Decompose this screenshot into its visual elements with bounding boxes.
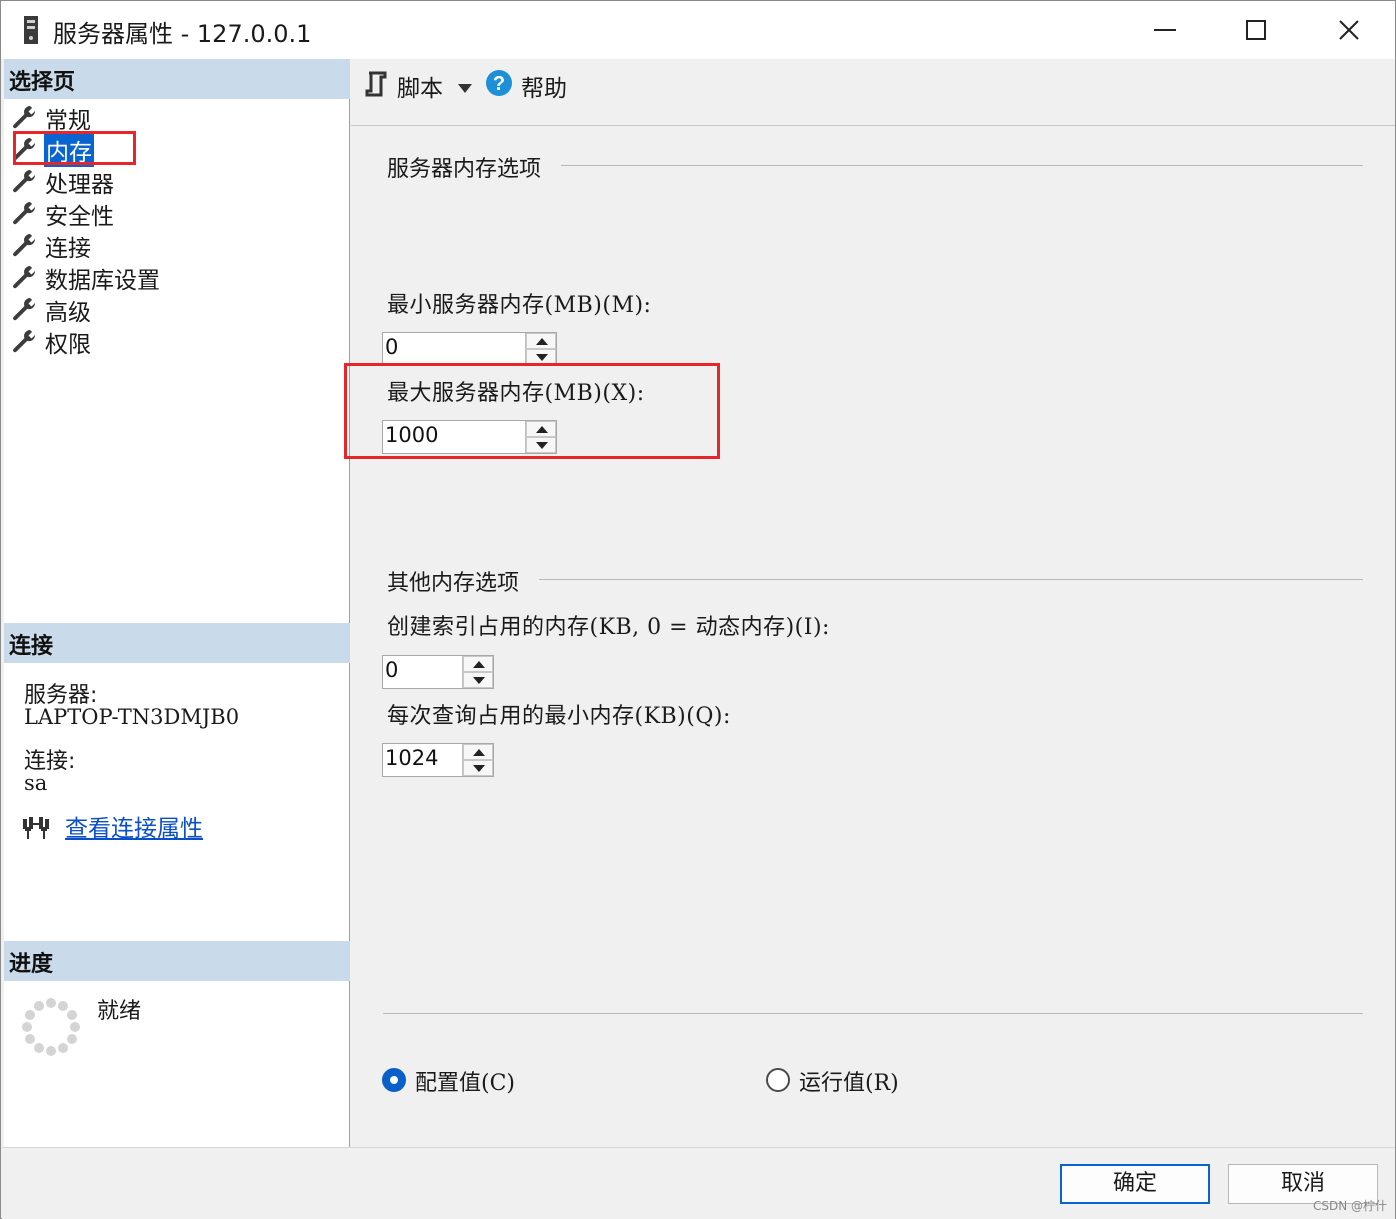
minimize-icon bbox=[1154, 29, 1176, 31]
min-memory-value: 0 bbox=[385, 335, 399, 359]
config-value-radio[interactable] bbox=[382, 1068, 406, 1092]
index-memory-label: 创建索引占用的内存(KB, 0 = 动态内存)(I): bbox=[387, 615, 830, 640]
close-button[interactable] bbox=[1302, 1, 1394, 59]
bottom-divider bbox=[383, 1013, 1363, 1014]
window-title: 服务器属性 - 127.0.0.1 bbox=[53, 20, 312, 48]
page-item-label: 常规 bbox=[45, 108, 91, 134]
group-divider bbox=[539, 579, 1363, 580]
server-icon bbox=[23, 15, 39, 45]
script-button[interactable]: 脚本 bbox=[397, 69, 443, 103]
page-item-general[interactable]: 常规 bbox=[11, 101, 311, 134]
minimize-button[interactable] bbox=[1118, 1, 1210, 59]
other-memory-group-title: 其他内存选项 bbox=[387, 565, 528, 597]
spin-up-button[interactable] bbox=[526, 333, 556, 349]
page-item-connections[interactable]: 连接 bbox=[11, 229, 311, 262]
page-item-label: 连接 bbox=[45, 236, 91, 262]
wrench-icon bbox=[13, 202, 36, 225]
help-icon[interactable]: ? bbox=[485, 69, 513, 101]
progress-header: 进度 bbox=[4, 941, 350, 981]
wrench-icon bbox=[13, 266, 36, 289]
server-value: LAPTOP-TN3DMJB0 bbox=[24, 705, 240, 729]
watermark: CSDN @柠什 bbox=[1313, 1199, 1388, 1213]
page-item-processor[interactable]: 处理器 bbox=[11, 165, 311, 198]
arrow-up-icon bbox=[473, 749, 485, 756]
spin-down-button[interactable] bbox=[463, 760, 493, 776]
group-divider bbox=[561, 165, 1363, 166]
min-memory-spinner[interactable]: 0 bbox=[382, 332, 557, 366]
page-item-database-settings[interactable]: 数据库设置 bbox=[11, 261, 311, 294]
index-memory-spinner[interactable]: 0 bbox=[382, 655, 494, 689]
view-connection-properties-link[interactable]: 查看连接属性 bbox=[65, 809, 203, 843]
progress-status: 就绪 bbox=[97, 999, 142, 1024]
index-memory-value: 0 bbox=[385, 658, 399, 682]
page-item-permissions[interactable]: 权限 bbox=[11, 325, 311, 358]
running-value-label[interactable]: 运行值(R) bbox=[799, 1065, 899, 1097]
maximize-button[interactable] bbox=[1209, 1, 1301, 59]
page-item-label: 安全性 bbox=[45, 204, 114, 230]
connection-value: sa bbox=[24, 771, 48, 795]
running-value-radio[interactable] bbox=[766, 1068, 790, 1092]
connection-header: 连接 bbox=[4, 623, 350, 663]
toolbar: 脚本 ? 帮助 bbox=[351, 59, 1395, 126]
script-icon[interactable] bbox=[363, 70, 389, 102]
arrow-up-icon bbox=[473, 661, 485, 668]
config-value-label[interactable]: 配置值(C) bbox=[415, 1065, 515, 1097]
page-item-label: 处理器 bbox=[45, 172, 114, 198]
query-memory-label: 每次查询占用的最小内存(KB)(Q): bbox=[387, 704, 731, 729]
memory-page: 服务器内存选项 最小服务器内存(MB)(M): 0 最大服务器内存(MB)(X)… bbox=[351, 127, 1395, 1145]
wrench-icon bbox=[13, 298, 36, 321]
select-page-header: 选择页 bbox=[4, 59, 350, 99]
annotation-box-max-memory bbox=[344, 363, 720, 459]
title-bar: 服务器属性 - 127.0.0.1 bbox=[1, 1, 1395, 59]
wrench-icon bbox=[13, 170, 36, 193]
chevron-down-icon[interactable] bbox=[458, 79, 472, 98]
help-button[interactable]: 帮助 bbox=[521, 69, 567, 103]
wrench-icon bbox=[13, 330, 36, 353]
progress-spinner-icon bbox=[21, 997, 81, 1057]
page-item-advanced[interactable]: 高级 bbox=[11, 293, 311, 326]
wrench-icon bbox=[13, 106, 36, 129]
arrow-down-icon bbox=[473, 765, 485, 772]
spin-up-button[interactable] bbox=[463, 744, 493, 760]
left-panel: 选择页 常规 内存 处理器 安全性 连接 数据库设置 高级 权限 连接 服务器:… bbox=[4, 59, 350, 1147]
page-item-label: 高级 bbox=[45, 300, 91, 326]
annotation-box-memory-page bbox=[13, 131, 136, 165]
arrow-down-icon bbox=[536, 354, 548, 361]
connection-properties-icon bbox=[21, 815, 51, 845]
close-icon bbox=[1339, 20, 1359, 40]
server-properties-dialog: 服务器属性 - 127.0.0.1 选择页 常规 内存 处理器 安全性 连接 数… bbox=[0, 0, 1396, 1219]
arrow-down-icon bbox=[473, 677, 485, 684]
spin-down-button[interactable] bbox=[463, 672, 493, 688]
page-item-security[interactable]: 安全性 bbox=[11, 197, 311, 230]
svg-text:?: ? bbox=[493, 73, 505, 95]
query-memory-value: 1024 bbox=[385, 746, 439, 770]
query-memory-spinner[interactable]: 1024 bbox=[382, 743, 494, 777]
page-item-label: 权限 bbox=[45, 332, 91, 358]
wrench-icon bbox=[13, 234, 36, 257]
maximize-icon bbox=[1246, 20, 1266, 40]
server-memory-group-title: 服务器内存选项 bbox=[387, 151, 550, 183]
page-item-label: 数据库设置 bbox=[45, 268, 160, 294]
ok-button[interactable]: 确定 bbox=[1060, 1164, 1210, 1204]
min-memory-label: 最小服务器内存(MB)(M): bbox=[387, 293, 652, 318]
arrow-up-icon bbox=[536, 338, 548, 345]
dialog-button-bar: 确定 取消 bbox=[2, 1147, 1395, 1219]
spin-up-button[interactable] bbox=[463, 656, 493, 672]
